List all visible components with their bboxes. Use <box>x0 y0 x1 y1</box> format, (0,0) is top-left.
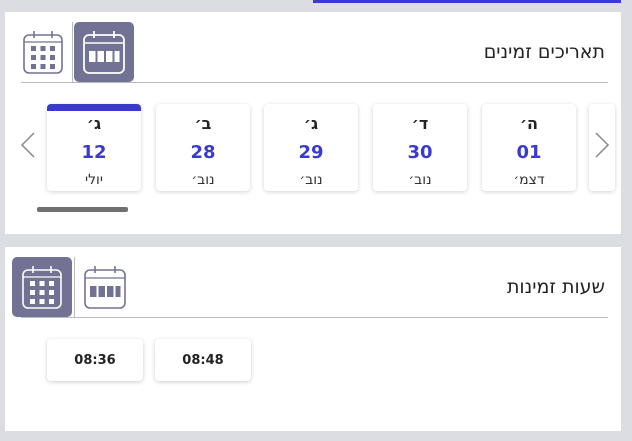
date-card-date: 28 <box>190 142 216 163</box>
date-card-date: 30 <box>407 142 433 163</box>
date-card-date: 01 <box>516 142 542 163</box>
calendar-grid-view-button[interactable] <box>13 22 73 82</box>
time-slot-button[interactable]: 08:36 <box>47 339 143 381</box>
view-toggle-divider <box>72 22 73 82</box>
times-panel-title: שעות זמינות <box>506 276 605 298</box>
available-dates-panel: תאריכים זמינים ג׳ 12 יולי ב׳ 28 נוב׳ ג׳ … <box>5 12 621 234</box>
time-slot-button[interactable]: 08:48 <box>155 339 251 381</box>
date-card-date: 29 <box>298 142 324 163</box>
date-card-month: נוב׳ <box>191 172 215 188</box>
chevron-left-icon[interactable] <box>19 130 37 160</box>
date-card-selected[interactable]: ג׳ 12 יולי <box>47 104 141 191</box>
date-card[interactable]: ה׳ 01 דצמ׳ <box>482 104 576 191</box>
date-card-day: ג׳ <box>303 114 319 133</box>
date-card-day: ד׳ <box>411 114 429 133</box>
date-card-date: 12 <box>81 142 107 163</box>
calendar-grid-view-button[interactable] <box>12 257 72 317</box>
calendar-week-icon <box>84 266 126 309</box>
dates-panel-title: תאריכים זמינים <box>483 41 605 63</box>
date-card[interactable]: ב׳ 28 נוב׳ <box>156 104 250 191</box>
date-card-day: ה׳ <box>519 114 539 133</box>
date-card-month: יולי <box>84 172 104 188</box>
calendar-grid-icon <box>23 31 63 74</box>
date-card-month: דצמ׳ <box>513 172 545 188</box>
calendar-week-icon <box>83 31 125 74</box>
dates-panel-divider <box>21 82 608 83</box>
date-card-month: נוב׳ <box>408 172 432 188</box>
calendar-week-view-button[interactable] <box>75 257 135 317</box>
available-times-panel: שעות זמינות 08:36 08:48 <box>5 247 621 431</box>
date-card[interactable]: ד׳ 30 נוב׳ <box>373 104 467 191</box>
top-accent-bar <box>313 0 621 3</box>
chevron-right-icon[interactable] <box>593 130 611 160</box>
date-card-day: ג׳ <box>86 114 102 133</box>
calendar-week-view-button[interactable] <box>74 22 134 82</box>
times-panel-divider <box>21 317 608 318</box>
date-card-month: נוב׳ <box>299 172 323 188</box>
horizontal-scrollbar[interactable] <box>37 207 128 212</box>
date-card-day: ב׳ <box>194 114 212 133</box>
date-card[interactable]: ג׳ 29 נוב׳ <box>264 104 358 191</box>
calendar-grid-icon <box>22 266 62 309</box>
